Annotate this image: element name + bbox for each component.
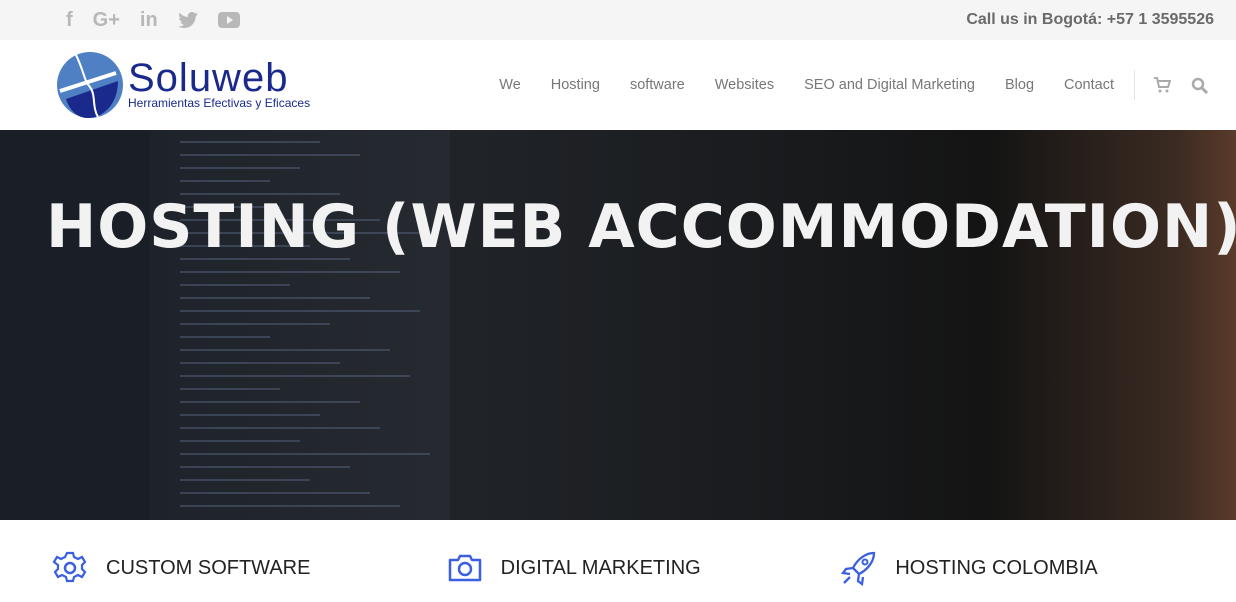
features-row: CUSTOM SOFTWARE DIGITAL MARKETING HOSTIN… xyxy=(0,520,1236,586)
feature-label: CUSTOM SOFTWARE xyxy=(106,556,311,579)
cart-icon[interactable] xyxy=(1153,77,1171,93)
header: Soluweb Herramientas Efectivas y Eficace… xyxy=(0,40,1236,130)
nav-contact[interactable]: Contact xyxy=(1064,77,1114,93)
hero-background-editor xyxy=(0,130,150,520)
nav-seo[interactable]: SEO and Digital Marketing xyxy=(804,77,975,93)
hero-banner: HOSTING (WEB ACCOMMODATION) xyxy=(0,130,1236,520)
main-nav: We Hosting software Websites SEO and Dig… xyxy=(469,70,1208,100)
logo[interactable]: Soluweb Herramientas Efectivas y Eficace… xyxy=(56,51,310,119)
feature-hosting-colombia[interactable]: HOSTING COLOMBIA xyxy=(841,550,1236,586)
gear-icon xyxy=(52,551,87,583)
feature-custom-software[interactable]: CUSTOM SOFTWARE xyxy=(52,550,447,586)
nav-software[interactable]: software xyxy=(630,77,685,93)
youtube-icon[interactable] xyxy=(217,12,240,28)
nav-blog[interactable]: Blog xyxy=(1005,77,1034,93)
logo-tagline: Herramientas Efectivas y Eficaces xyxy=(128,96,311,110)
top-bar: f G+ in Call us in Bogotá: +57 1 3595526 xyxy=(0,0,1236,40)
logo-brand: Soluweb xyxy=(128,56,289,100)
nav-divider xyxy=(1134,70,1135,100)
search-icon[interactable] xyxy=(1191,77,1208,94)
logo-globe-icon xyxy=(57,52,123,119)
hero-background-code xyxy=(150,130,450,520)
nav-we[interactable]: We xyxy=(499,77,521,93)
facebook-icon[interactable]: f xyxy=(66,9,73,32)
hero-title: HOSTING (WEB ACCOMMODATION) xyxy=(46,192,1236,262)
call-us-phone: Call us in Bogotá: +57 1 3595526 xyxy=(966,11,1214,28)
twitter-icon[interactable] xyxy=(177,12,198,28)
social-links: f G+ in xyxy=(66,9,240,32)
rocket-icon xyxy=(841,551,876,586)
nav-websites[interactable]: Websites xyxy=(715,77,774,93)
google-plus-icon[interactable]: G+ xyxy=(93,9,120,32)
nav-hosting[interactable]: Hosting xyxy=(551,77,600,93)
feature-label: HOSTING COLOMBIA xyxy=(895,556,1098,579)
feature-label: DIGITAL MARKETING xyxy=(500,556,701,579)
camera-icon xyxy=(448,554,481,582)
linkedin-icon[interactable]: in xyxy=(140,9,158,32)
feature-digital-marketing[interactable]: DIGITAL MARKETING xyxy=(447,550,842,586)
